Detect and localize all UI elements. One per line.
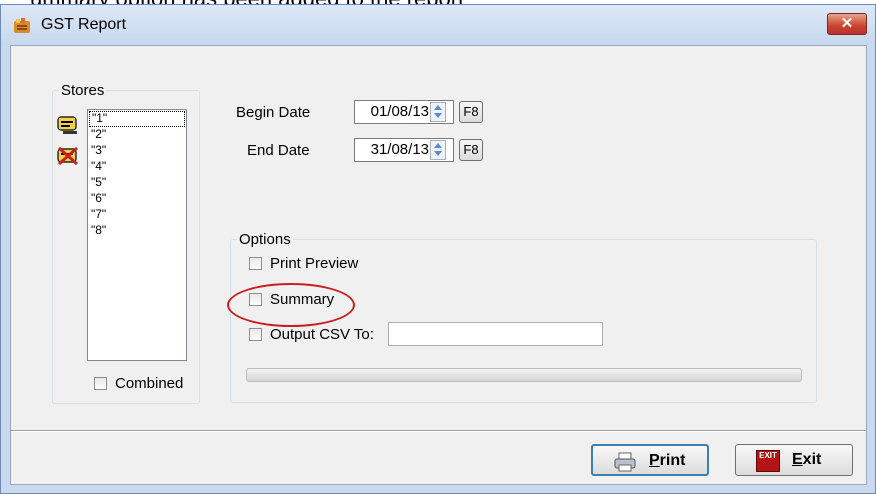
end-date-label: End Date bbox=[247, 142, 310, 159]
printer-icon bbox=[614, 452, 636, 472]
print-button-label: Print bbox=[649, 452, 686, 469]
begin-date-spinner[interactable] bbox=[430, 102, 446, 122]
client-area: Stores "1" "2" "3" "4" "5" "6" "7" "8" C… bbox=[10, 45, 867, 485]
spin-up-icon[interactable] bbox=[434, 143, 442, 148]
combined-checkbox[interactable] bbox=[94, 377, 107, 390]
button-separator bbox=[11, 430, 866, 432]
exit-button-label: Exit bbox=[792, 451, 822, 468]
close-icon: ✕ bbox=[840, 15, 854, 32]
title-bar[interactable]: GST Report ✕ bbox=[1, 5, 875, 45]
output-csv-checkbox[interactable] bbox=[249, 328, 262, 341]
gst-report-window: GST Report ✕ Stores "1" "2" "3" "4" "5" … bbox=[0, 4, 876, 494]
exit-button[interactable]: EXIT Exit bbox=[735, 444, 853, 476]
store-item[interactable]: "8" bbox=[88, 223, 186, 239]
spin-down-icon[interactable] bbox=[434, 113, 442, 118]
summary-highlight-ring bbox=[227, 283, 355, 327]
deselect-all-icon[interactable] bbox=[57, 145, 79, 167]
stores-legend: Stores bbox=[61, 82, 105, 99]
spin-down-icon[interactable] bbox=[434, 151, 442, 156]
csv-path-input[interactable] bbox=[388, 322, 603, 346]
app-icon bbox=[14, 18, 30, 33]
window-title: GST Report bbox=[41, 16, 127, 33]
store-list[interactable]: "1" "2" "3" "4" "5" "6" "7" "8" bbox=[87, 109, 187, 361]
store-item[interactable]: "6" bbox=[88, 191, 186, 207]
begin-date-label: Begin Date bbox=[236, 104, 311, 121]
options-legend: Options bbox=[239, 231, 291, 248]
store-item[interactable]: "2" bbox=[88, 127, 186, 143]
print-preview-label: Print Preview bbox=[270, 255, 359, 272]
store-item[interactable]: "5" bbox=[88, 175, 186, 191]
store-item[interactable]: "4" bbox=[88, 159, 186, 175]
print-button[interactable]: Print bbox=[591, 444, 709, 476]
exit-icon-text: EXIT bbox=[759, 451, 777, 460]
spin-up-icon[interactable] bbox=[434, 105, 442, 110]
exit-icon: EXIT bbox=[756, 450, 780, 472]
begin-date-f8-button[interactable]: F8 bbox=[459, 101, 483, 123]
combined-label: Combined bbox=[115, 375, 184, 392]
store-item[interactable]: "7" bbox=[88, 207, 186, 223]
select-all-icon[interactable] bbox=[57, 113, 79, 135]
progress-bar bbox=[246, 368, 802, 382]
store-item[interactable]: "1" bbox=[89, 111, 185, 127]
end-date-f8-button[interactable]: F8 bbox=[459, 139, 483, 161]
print-preview-checkbox[interactable] bbox=[249, 257, 262, 270]
store-item[interactable]: "3" bbox=[88, 143, 186, 159]
output-csv-label: Output CSV To: bbox=[270, 326, 374, 343]
close-button[interactable]: ✕ bbox=[827, 13, 867, 35]
end-date-spinner[interactable] bbox=[430, 140, 446, 160]
